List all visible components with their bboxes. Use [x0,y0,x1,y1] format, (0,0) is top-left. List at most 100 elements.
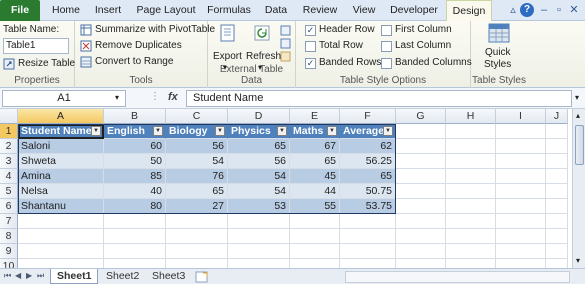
prev-sheet-icon[interactable]: ◀ [15,271,21,280]
row-header-8[interactable]: 8 [0,229,18,244]
refresh-button[interactable]: Refresh [246,51,281,62]
table-cell[interactable]: Amina [18,169,104,184]
empty-cell[interactable] [396,184,446,199]
empty-cell[interactable] [228,214,290,229]
empty-cell[interactable] [546,199,568,214]
table-cell[interactable]: 65 [290,154,340,169]
empty-cell[interactable] [228,259,290,268]
quick-styles-icon[interactable] [488,23,510,43]
insert-sheet-icon[interactable] [195,271,209,283]
first-column-checkbox[interactable] [381,25,392,36]
name-box-dropdown-icon[interactable]: ▾ [115,93,119,102]
column-header-c[interactable]: C [166,109,228,124]
tab-view[interactable]: View [346,0,382,21]
table-header-cell[interactable]: Student Name ▼ [18,124,104,139]
empty-cell[interactable] [446,244,496,259]
table-cell[interactable]: Saloni [18,139,104,154]
table-cell[interactable]: 55 [290,199,340,214]
row-header-1[interactable]: 1 [0,124,18,139]
formula-input[interactable]: Student Name [186,90,572,107]
empty-cell[interactable] [496,139,546,154]
empty-cell[interactable] [546,154,568,169]
column-header-b[interactable]: B [104,109,166,124]
column-header-g[interactable]: G [396,109,446,124]
table-cell[interactable]: 45 [290,169,340,184]
empty-cell[interactable] [396,169,446,184]
quick-styles-label-2[interactable]: Styles [484,59,511,70]
tab-data[interactable]: Data [258,0,294,21]
row-header-10[interactable]: 10 [0,259,18,268]
total-row-checkbox[interactable] [305,41,316,52]
table-cell[interactable]: 60 [104,139,166,154]
empty-cell[interactable] [340,214,396,229]
empty-cell[interactable] [496,214,546,229]
help-icon[interactable]: ? [520,3,534,17]
export-button[interactable]: Export [213,51,242,62]
table-cell[interactable]: 65 [166,184,228,199]
empty-cell[interactable] [396,244,446,259]
banded-columns-checkbox[interactable] [381,58,392,69]
table-cell[interactable]: 80 [104,199,166,214]
filter-dropdown-icon[interactable]: ▼ [277,126,287,136]
last-sheet-icon[interactable]: ⏭ [37,271,44,281]
table-cell[interactable]: 54 [166,154,228,169]
empty-cell[interactable] [228,244,290,259]
empty-cell[interactable] [396,124,446,139]
column-header-e[interactable]: E [290,109,340,124]
table-cell[interactable]: 56 [166,139,228,154]
row-header-2[interactable]: 2 [0,139,18,154]
quick-styles-label-1[interactable]: Quick [485,47,511,58]
empty-cell[interactable] [228,229,290,244]
empty-cell[interactable] [446,124,496,139]
empty-cell[interactable] [340,229,396,244]
table-cell[interactable]: 50.75 [340,184,396,199]
empty-cell[interactable] [546,244,568,259]
empty-cell[interactable] [446,169,496,184]
table-header-cell[interactable]: Maths ▼ [290,124,340,139]
banded-rows-checkbox[interactable]: ✓ [305,58,316,69]
last-column-checkbox[interactable] [381,41,392,52]
empty-cell[interactable] [546,124,568,139]
empty-cell[interactable] [396,214,446,229]
table-header-cell[interactable]: English ▼ [104,124,166,139]
empty-cell[interactable] [104,259,166,268]
column-header-d[interactable]: D [228,109,290,124]
table-cell[interactable]: 65 [228,139,290,154]
header-row-checkbox[interactable]: ✓ [305,25,316,36]
sheet-tab-sheet1[interactable]: Sheet1 [50,269,99,284]
empty-cell[interactable] [340,244,396,259]
window-close-icon[interactable]: ✕ [567,3,581,17]
empty-cell[interactable] [166,244,228,259]
empty-cell[interactable] [446,139,496,154]
remove-duplicates-button[interactable]: Remove Duplicates [80,39,182,53]
tab-page-layout[interactable]: Page Layout [134,0,198,21]
empty-cell[interactable] [340,259,396,268]
row-header-7[interactable]: 7 [0,214,18,229]
tab-design[interactable]: Design [446,0,492,22]
name-box[interactable]: A1 [2,90,126,107]
table-cell[interactable]: 50 [104,154,166,169]
scroll-down-icon[interactable]: ▾ [576,256,580,265]
table-cell[interactable]: 40 [104,184,166,199]
column-header-j[interactable]: J [546,109,568,124]
filter-dropdown-icon[interactable]: ▼ [383,126,393,136]
tab-home[interactable]: Home [47,0,85,21]
horizontal-scrollbar[interactable] [345,271,570,283]
table-header-cell[interactable]: Physics ▼ [228,124,290,139]
vertical-scrollbar[interactable]: ▴ ▾ [572,109,585,268]
table-header-cell[interactable]: Biology ▼ [166,124,228,139]
empty-cell[interactable] [18,244,104,259]
empty-cell[interactable] [104,229,166,244]
empty-cell[interactable] [396,154,446,169]
empty-cell[interactable] [396,139,446,154]
table-cell[interactable]: 27 [166,199,228,214]
table-cell[interactable]: 62 [340,139,396,154]
filter-dropdown-icon[interactable]: ▼ [215,126,225,136]
window-restore-icon[interactable]: ▫ [552,3,566,17]
next-sheet-icon[interactable]: ▶ [26,271,32,280]
empty-cell[interactable] [446,229,496,244]
column-header-i[interactable]: I [496,109,546,124]
filter-dropdown-icon[interactable]: ▼ [91,126,101,136]
empty-cell[interactable] [496,259,546,268]
table-header-cell[interactable]: Average ▼ [340,124,396,139]
